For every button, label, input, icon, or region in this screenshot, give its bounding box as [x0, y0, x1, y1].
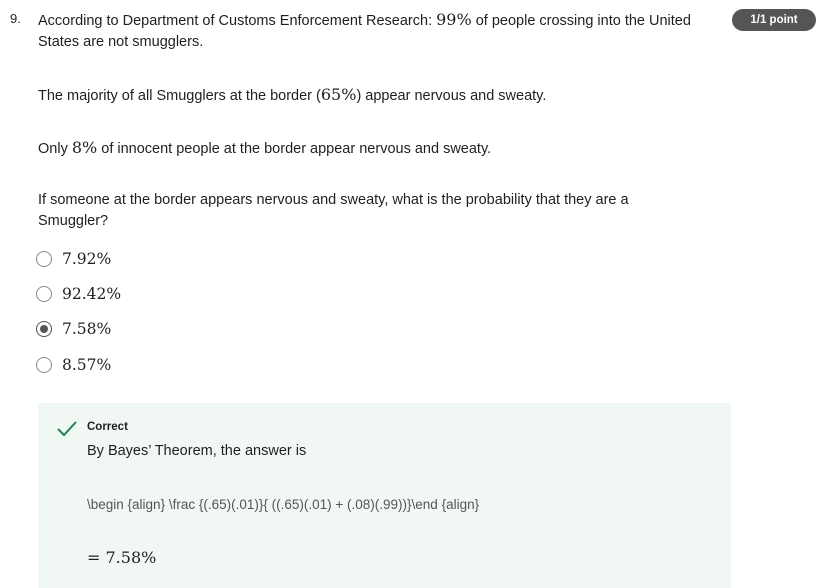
radio-button[interactable]	[36, 251, 52, 267]
radio-button[interactable]	[36, 286, 52, 302]
points-badge: 1/1 point	[732, 9, 816, 31]
answer-option-1[interactable]: 7.92%	[36, 248, 111, 270]
feedback-text: By Bayes’ Theorem, the answer is	[87, 443, 307, 459]
question-text-2: The majority of all Smugglers at the bor…	[38, 85, 547, 104]
radio-button[interactable]	[36, 357, 52, 373]
answer-option-4[interactable]: 8.57%	[36, 354, 111, 376]
feedback-formula: \begin {align} \frac {(.65)(.01)}{ ((.65…	[87, 497, 480, 512]
option-label: 7.58%	[62, 320, 112, 338]
feedback-status: Correct	[87, 421, 128, 433]
answer-option-3[interactable]: 7.58%	[36, 318, 111, 340]
question-prompt: If someone at the border appears nervous…	[38, 192, 629, 229]
check-icon	[56, 418, 78, 438]
radio-dot	[40, 325, 48, 333]
question-number: 9.	[10, 11, 21, 26]
answer-option-2[interactable]: 92.42%	[36, 283, 121, 305]
radio-button-selected[interactable]	[36, 321, 52, 337]
option-label: 7.92%	[62, 250, 112, 268]
question-text-1: According to Department of Customs Enfor…	[38, 10, 691, 50]
option-label: 8.57%	[62, 356, 112, 374]
option-label: 92.42%	[62, 285, 122, 303]
feedback-panel: Correct By Bayes’ Theorem, the answer is…	[38, 403, 731, 588]
question-text-3: Only 8% of innocent people at the border…	[38, 138, 492, 157]
feedback-result: = 7.58%	[87, 548, 157, 567]
